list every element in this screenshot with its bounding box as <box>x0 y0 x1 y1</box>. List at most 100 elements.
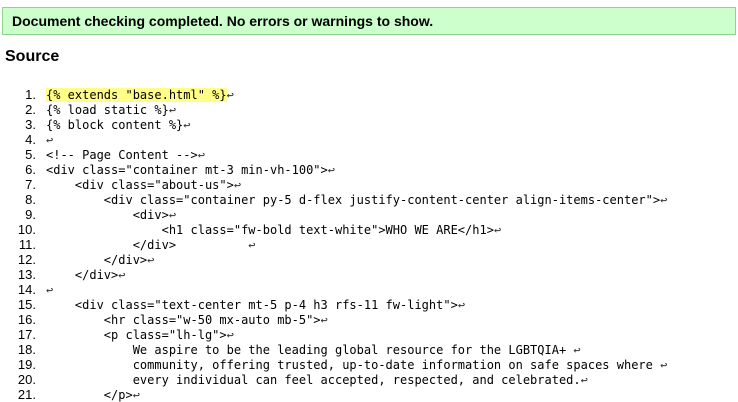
source-line: 10. <h1 class="fw-bold text-white">WHO W… <box>0 222 667 237</box>
source-line: 13. </div>↩ <box>0 267 667 282</box>
line-number: 19. <box>17 357 36 372</box>
line-code: <p class="lh-lg">↩ <box>46 328 234 343</box>
source-line: 19. community, offering trusted, up-to-d… <box>0 357 667 372</box>
code-text: </div> <box>46 268 119 282</box>
newline-icon: ↩ <box>226 328 234 342</box>
source-heading: Source <box>5 48 60 65</box>
source-line: 21. </p>↩ <box>0 387 667 402</box>
code-text: <div class="container mt-3 min-vh-100"> <box>46 163 328 177</box>
newline-icon: ↩ <box>660 193 668 207</box>
line-code: <div class="container mt-3 min-vh-100">↩ <box>46 163 335 178</box>
line-code: <div>↩ <box>46 208 176 223</box>
source-line: 12. </div>↩ <box>0 252 667 267</box>
code-text: </div> <box>46 238 249 252</box>
source-line: 1. {% extends "base.html" %}↩ <box>0 87 667 102</box>
line-number: 13. <box>17 267 36 282</box>
newline-icon: ↩ <box>233 178 242 192</box>
line-code: We aspire to be the leading global resou… <box>46 343 581 358</box>
source-line: 16. <hr class="w-50 mx-auto mb-5">↩ <box>0 312 667 327</box>
line-number: 1. <box>25 87 36 102</box>
validation-success-banner: Document checking completed. No errors o… <box>2 7 736 35</box>
source-line: 17. <p class="lh-lg">↩ <box>0 327 667 342</box>
line-number: 3. <box>25 117 36 132</box>
newline-icon: ↩ <box>132 388 140 402</box>
code-text: </div> <box>46 253 148 267</box>
line-code: {% block content %}↩ <box>46 118 191 133</box>
line-number: 2. <box>25 102 36 117</box>
newline-icon: ↩ <box>327 163 335 177</box>
code-text: <p class="lh-lg"> <box>46 328 227 342</box>
newline-icon: ↩ <box>46 283 54 297</box>
newline-icon: ↩ <box>168 103 177 117</box>
line-number: 4. <box>25 132 36 147</box>
line-number: 7. <box>25 177 36 192</box>
source-line: 3. {% block content %}↩ <box>0 117 667 132</box>
newline-icon: ↩ <box>226 88 234 102</box>
source-line: 6. <div class="container mt-3 min-vh-100"… <box>0 162 667 177</box>
newline-icon: ↩ <box>147 253 155 267</box>
line-number: 16. <box>17 312 36 327</box>
line-code: community, offering trusted, up-to-date … <box>46 358 668 373</box>
line-number: 9. <box>25 207 36 222</box>
source-line: 11. </div> ↩ <box>0 237 667 252</box>
newline-icon: ↩ <box>660 358 668 372</box>
line-code: ↩ <box>46 133 53 148</box>
code-text: every individual can feel accepted, resp… <box>46 373 581 387</box>
source-line: 14. ↩ <box>0 282 667 297</box>
line-number: 17. <box>17 327 36 342</box>
source-line: 15. <div class="text-center mt-5 p-4 h3 … <box>0 297 667 312</box>
source-line: 9. <div>↩ <box>0 207 667 222</box>
line-number: 14. <box>17 282 36 297</box>
newline-icon: ↩ <box>183 118 191 132</box>
newline-icon: ↩ <box>320 313 328 327</box>
line-code: <div class="text-center mt-5 p-4 h3 rfs-… <box>46 298 465 313</box>
code-text: {% block content %} <box>46 118 184 132</box>
line-number: 10. <box>17 222 36 237</box>
line-number: 5. <box>25 147 36 162</box>
code-text: <div class="container py-5 d-flex justif… <box>46 193 661 207</box>
line-code: </div>↩ <box>46 268 126 283</box>
newline-icon: ↩ <box>197 148 205 162</box>
code-text: <!-- Page Content --> <box>46 148 198 162</box>
code-text: <div> <box>46 208 169 222</box>
code-text: <hr class="w-50 mx-auto mb-5"> <box>46 313 321 327</box>
line-code: </div>↩ <box>46 253 155 268</box>
code-text: <div class="about-us"> <box>46 178 234 192</box>
line-number: 21. <box>17 387 36 402</box>
line-number: 15. <box>17 297 36 312</box>
newline-icon: ↩ <box>168 208 177 222</box>
line-code: <hr class="w-50 mx-auto mb-5">↩ <box>46 313 328 328</box>
source-code-list: 1. {% extends "base.html" %}↩ 2. {% load st… <box>0 87 667 402</box>
source-line: 4. ↩ <box>0 132 667 147</box>
line-code: <!-- Page Content -->↩ <box>46 148 205 163</box>
line-number: 6. <box>25 162 36 177</box>
newline-icon: ↩ <box>573 343 581 357</box>
code-text: {% extends "base.html" %} <box>46 88 227 102</box>
newline-icon: ↩ <box>580 373 588 387</box>
line-code: <h1 class="fw-bold text-white">WHO WE AR… <box>46 223 502 238</box>
line-code: <div class="container py-5 d-flex justif… <box>46 193 668 208</box>
source-line: 18. We aspire to be the leading global r… <box>0 342 667 357</box>
code-text: <h1 class="fw-bold text-white">WHO WE AR… <box>46 223 494 237</box>
code-text: community, offering trusted, up-to-date … <box>46 358 661 372</box>
line-number: 11. <box>18 237 36 252</box>
newline-icon: ↩ <box>118 268 126 282</box>
line-number: 12. <box>17 252 36 267</box>
line-code: </div> ↩ <box>46 238 256 253</box>
newline-icon: ↩ <box>457 298 466 312</box>
newline-icon: ↩ <box>493 223 502 237</box>
source-line: 20. every individual can feel accepted, … <box>0 372 667 387</box>
line-code: every individual can feel accepted, resp… <box>46 373 588 388</box>
line-code: ↩ <box>46 283 53 298</box>
line-code: {% load static %}↩ <box>46 103 176 118</box>
line-code: <div class="about-us">↩ <box>46 178 241 193</box>
source-line: 7. <div class="about-us">↩ <box>0 177 667 192</box>
newline-icon: ↩ <box>46 133 54 147</box>
code-text: We aspire to be the leading global resou… <box>46 343 574 357</box>
source-line: 2. {% load static %}↩ <box>0 102 667 117</box>
source-line: 5. <!-- Page Content -->↩ <box>0 147 667 162</box>
line-code: {% extends "base.html" %}↩ <box>46 88 234 103</box>
line-number: 20. <box>17 372 36 387</box>
line-code: </p>↩ <box>46 388 140 402</box>
line-number: 8. <box>25 192 36 207</box>
